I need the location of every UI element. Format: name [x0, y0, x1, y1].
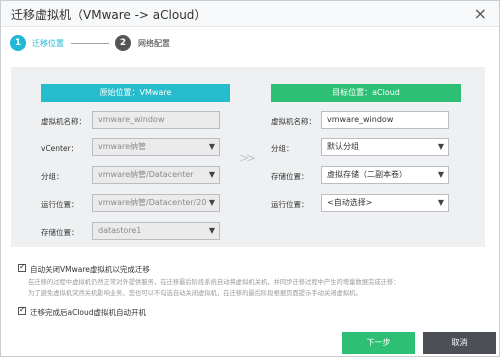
step-1-label: 迁移位置: [32, 39, 64, 48]
chevron-down-icon: ▼: [208, 170, 215, 179]
auto-shutdown-label: 自动关闭VMware虚拟机以完成迁移: [30, 265, 150, 274]
target-group-label: 分组：: [271, 144, 294, 153]
source-group-select: vmware纳管/Datacenter ▼: [92, 166, 220, 184]
target-vm-name-label: 虚拟机名称：: [271, 117, 316, 126]
target-vm-name-input[interactable]: vmware_window: [321, 111, 449, 129]
auto-shutdown-hint-line1: 在迁移的过程中虚拟机仍然正常对外提供服务，在迁移最后阶段系统自动将虚拟机关机，并…: [28, 279, 400, 286]
target-storage-select[interactable]: 虚拟存储（二副本卷） ▼: [321, 166, 449, 184]
step-connector: [71, 43, 109, 44]
source-run-location-label: 运行位置：: [41, 200, 79, 209]
source-vm-name-label: 虚拟机名称：: [41, 117, 86, 126]
step-1-number: 1: [10, 35, 26, 51]
source-run-location-select: vmware纳管/Datacenter/20(▼: [92, 194, 220, 212]
source-vcenter-select: vmware纳管 ▼: [92, 138, 220, 156]
auto-shutdown-hint-line2: 为了避免虚拟机突然关机影响业务，您也可以不勾选自动关闭虚拟机，在迁移的最后阶段根…: [28, 290, 362, 297]
source-header: 原始位置：VMware: [41, 84, 230, 102]
auto-shutdown-checkbox[interactable]: [18, 262, 26, 272]
target-run-location-select[interactable]: <自动选择> ▼: [321, 194, 449, 212]
chevron-down-icon: ▼: [437, 198, 444, 207]
step-2-number: 2: [115, 35, 131, 51]
migrate-vm-dialog: 迁移虚拟机（VMware -> aCloud） × 1 迁移位置 2 网络配置 …: [0, 0, 500, 357]
chevron-down-icon: ▼: [437, 142, 444, 151]
source-vm-name-field: vmware_window: [92, 111, 220, 129]
target-header: 目标位置：aCloud: [271, 84, 461, 102]
chevron-down-icon: ▼: [208, 142, 215, 151]
source-group-label: 分组：: [41, 172, 64, 181]
target-storage-label: 存储位置：: [271, 172, 309, 181]
step-2-label: 网络配置: [138, 39, 170, 48]
auto-start-label: 迁移完成后aCloud虚拟机自动开机: [30, 308, 147, 317]
double-arrow-right-icon: >>: [239, 151, 256, 165]
wizard-steps: 1 迁移位置 2 网络配置: [1, 28, 499, 58]
target-group-select[interactable]: 默认分组 ▼: [321, 138, 449, 156]
chevron-down-icon: ▼: [437, 170, 444, 179]
source-vcenter-label: vCenter：: [41, 144, 79, 153]
next-button[interactable]: 下一步: [342, 332, 415, 354]
close-icon[interactable]: ×: [474, 4, 487, 23]
auto-start-checkbox[interactable]: [18, 305, 26, 315]
chevron-down-icon: ▼: [208, 226, 215, 235]
dialog-titlebar: 迁移虚拟机（VMware -> aCloud） ×: [1, 1, 499, 27]
target-run-location-label: 运行位置：: [271, 200, 309, 209]
dialog-title: 迁移虚拟机（VMware -> aCloud）: [11, 8, 207, 22]
cancel-button[interactable]: 取消: [423, 332, 496, 354]
source-storage-select: datastore1 ▼: [92, 222, 220, 240]
chevron-down-icon: ▼: [206, 195, 215, 211]
source-storage-label: 存储位置：: [41, 228, 79, 237]
